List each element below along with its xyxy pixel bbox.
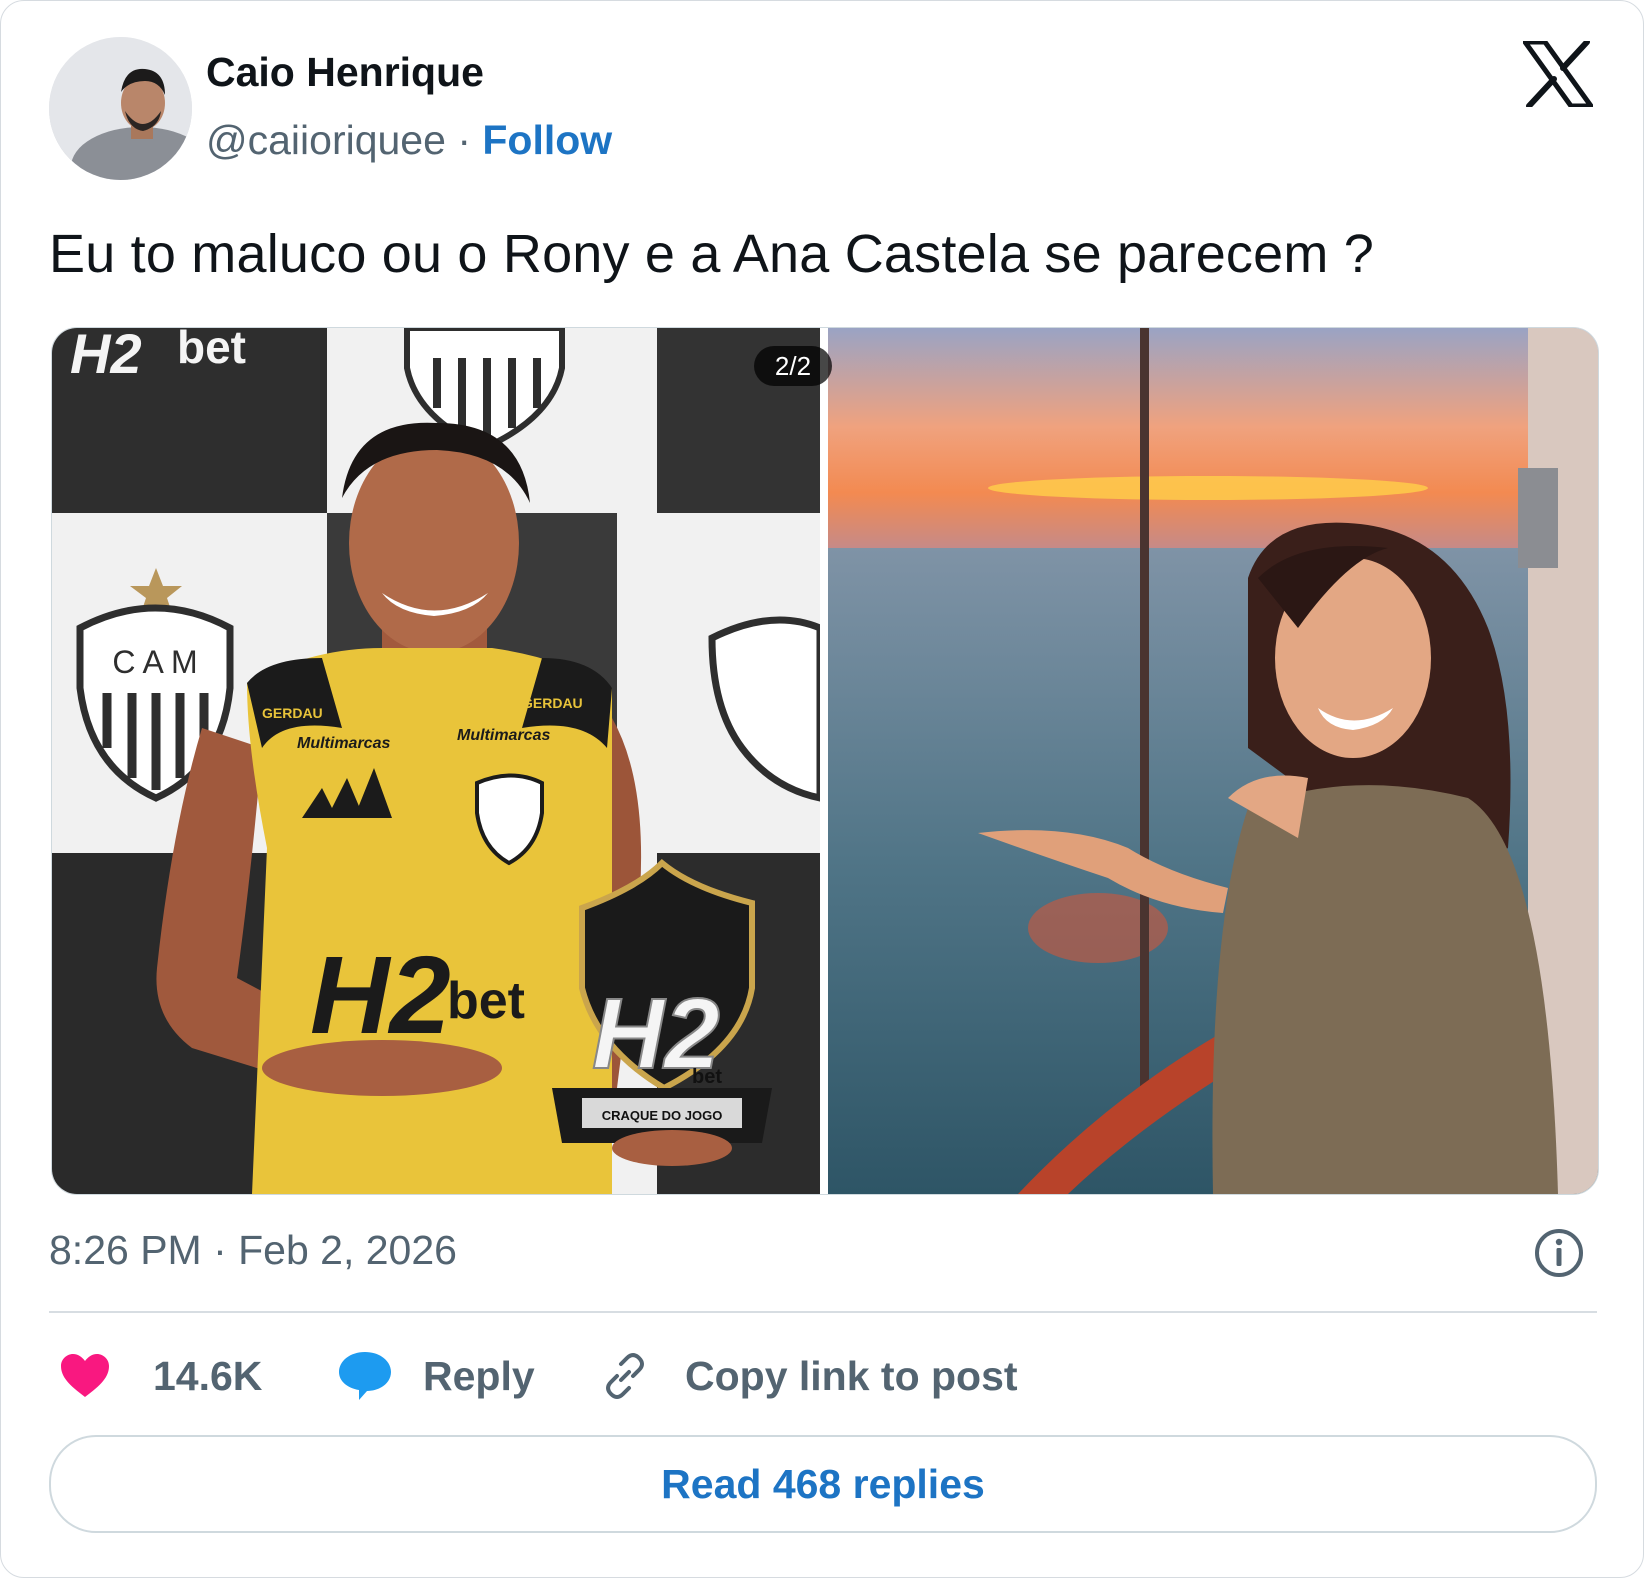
author-display-name[interactable]: Caio Henrique	[206, 49, 484, 96]
jersey-sponsor-left: GERDAU	[262, 705, 323, 721]
avatar-portrait	[49, 37, 192, 180]
copy-link-button[interactable]: Copy link to post	[599, 1346, 1018, 1406]
trophy-brand-suffix: bet	[692, 1066, 722, 1088]
media-counter-badge: 2/2	[754, 346, 832, 386]
follow-button[interactable]: Follow	[482, 117, 612, 163]
author-handle[interactable]: @caiioriquee	[206, 117, 446, 163]
copy-link-label: Copy link to post	[685, 1352, 1018, 1399]
like-button[interactable]: 14.6K	[59, 1346, 262, 1406]
jersey-main-logo: H2	[310, 934, 451, 1057]
reply-label: Reply	[423, 1352, 535, 1399]
info-icon[interactable]	[1533, 1227, 1585, 1279]
tweet-media-grid[interactable]: H2 bet C A M GERDAU GERDAU Multimarcas M…	[51, 327, 1599, 1195]
jersey-main-suffix: bet	[447, 972, 525, 1030]
tweet-embed-card: Caio Henrique @caiioriquee · Follow Eu t…	[0, 0, 1644, 1578]
svg-text:H2: H2	[70, 328, 142, 385]
x-logo-icon[interactable]	[1522, 39, 1594, 109]
separator-dot: ·	[457, 117, 471, 163]
jersey-sponsor-multimarcas-right: Multimarcas	[457, 727, 550, 744]
like-count: 14.6K	[153, 1352, 263, 1399]
link-icon	[599, 1350, 651, 1402]
heart-icon	[59, 1353, 111, 1399]
divider	[49, 1311, 1597, 1313]
author-handle-row: @caiioriquee · Follow	[206, 117, 612, 164]
tweet-timestamp[interactable]: 8:26 PM · Feb 2, 2026	[49, 1227, 457, 1274]
reply-button[interactable]: Reply	[337, 1346, 535, 1406]
club-badge-text: C A M	[112, 644, 197, 680]
photo-player-with-trophy[interactable]: H2 bet C A M GERDAU GERDAU Multimarcas M…	[52, 328, 824, 1194]
author-avatar[interactable]	[49, 37, 192, 180]
jersey-sponsor-right: GERDAU	[522, 695, 583, 711]
tweet-text: Eu to maluco ou o Rony e a Ana Castela s…	[49, 224, 1374, 284]
trophy-plate-text: CRAQUE DO JOGO	[602, 1108, 723, 1123]
read-replies-button[interactable]: Read 468 replies	[49, 1435, 1597, 1533]
speech-bubble-icon	[337, 1350, 393, 1402]
photo-woman-at-sunset[interactable]	[828, 328, 1598, 1194]
jersey-sponsor-multimarcas-left: Multimarcas	[297, 735, 390, 752]
backdrop-brand-text: bet	[177, 328, 246, 373]
